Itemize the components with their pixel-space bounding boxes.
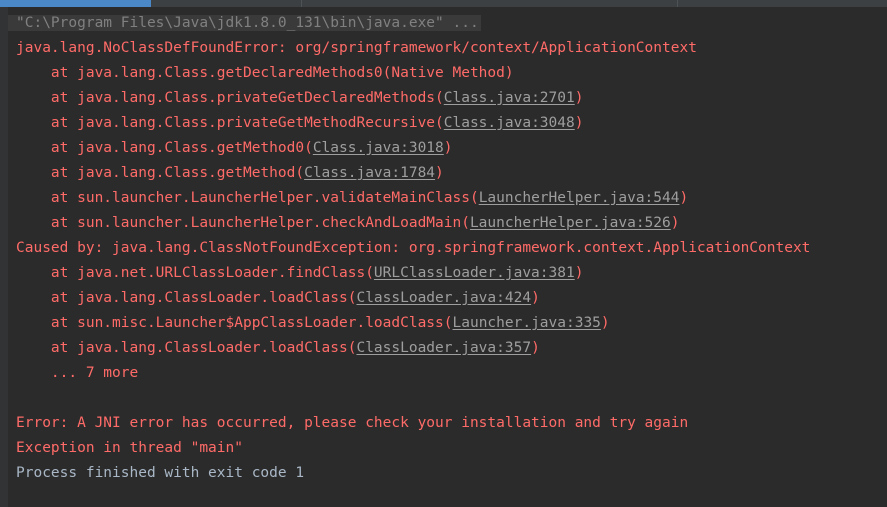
console-text: java.lang.NoClassDefFoundError: org/spri… [16, 40, 697, 56]
console-line-frame-8: at java.net.URLClassLoader.findClass(URL… [8, 261, 887, 286]
console-text: at java.lang.ClassLoader.loadClass( [16, 290, 357, 306]
console-line-command-line: "C:\Program Files\Java\jdk1.8.0_131\bin\… [8, 11, 887, 36]
source-link[interactable]: Class.java:2701 [444, 90, 575, 106]
console-text: ) [531, 290, 540, 306]
console-line-frame-11: at java.lang.ClassLoader.loadClass(Class… [8, 336, 887, 361]
console-text: ) [574, 115, 584, 131]
console-line-caused-by: Caused by: java.lang.ClassNotFoundExcept… [8, 236, 887, 261]
toolbar-segment-1[interactable] [151, 0, 302, 7]
console-line-exception-header: java.lang.NoClassDefFoundError: org/spri… [8, 36, 887, 61]
console-text: ) [574, 90, 584, 106]
console-output-panel[interactable]: "C:\Program Files\Java\jdk1.8.0_131\bin\… [0, 7, 887, 507]
console-text: ) [435, 165, 444, 181]
console-text: ... 7 more [16, 365, 139, 381]
toolbar-segment-2[interactable] [302, 0, 678, 7]
console-text: ) [531, 340, 540, 356]
console-text: Caused by: java.lang.ClassNotFoundExcept… [16, 240, 811, 256]
console-text: at java.lang.Class.privateGetDeclaredMet… [16, 90, 444, 106]
console-line-frame-5: at java.lang.Class.getMethod(Class.java:… [8, 161, 887, 186]
console-line-blank-1 [8, 386, 887, 411]
console-text: Process finished with exit code 1 [16, 465, 305, 481]
console-text: at java.net.URLClassLoader.findClass( [16, 265, 374, 281]
console-text: at sun.launcher.LauncherHelper.validateM… [16, 190, 479, 206]
console-text: ) [679, 190, 689, 206]
console-line-frame-1: at java.lang.Class.getDeclaredMethods0(N… [8, 61, 887, 86]
console-line-frame-4: at java.lang.Class.getMethod0(Class.java… [8, 136, 887, 161]
console-line-frame-2: at java.lang.Class.privateGetDeclaredMet… [8, 86, 887, 111]
progress-bar-fill [0, 0, 151, 7]
console-text: at java.lang.Class.getMethod0( [16, 140, 313, 156]
console-text: at java.lang.Class.getDeclaredMethods0(N… [16, 65, 514, 81]
console-text: ) [443, 140, 453, 156]
console-line-frame-more: ... 7 more [8, 361, 887, 386]
console-line-frame-3: at java.lang.Class.privateGetMethodRecur… [8, 111, 887, 136]
source-link[interactable]: LauncherHelper.java:544 [479, 190, 680, 206]
console-text: ) [574, 265, 584, 281]
toolbar-segment-3[interactable] [678, 0, 887, 7]
source-link[interactable]: Class.java:3018 [313, 140, 444, 156]
source-link[interactable]: URLClassLoader.java:381 [374, 265, 575, 281]
source-link[interactable]: Class.java:1784 [304, 165, 435, 181]
console-line-frame-10: at sun.misc.Launcher$AppClassLoader.load… [8, 311, 887, 336]
source-link[interactable]: ClassLoader.java:357 [356, 340, 531, 356]
source-link[interactable]: ClassLoader.java:424 [356, 290, 531, 306]
console-line-frame-9: at java.lang.ClassLoader.loadClass(Class… [8, 286, 887, 311]
console-text: at java.lang.ClassLoader.loadClass( [16, 340, 357, 356]
console-text: at java.lang.Class.privateGetMethodRecur… [16, 115, 444, 131]
console-line-highlight: "C:\Program Files\Java\jdk1.8.0_131\bin\… [8, 15, 481, 31]
console-text: Error: A JNI error has occurred, please … [16, 415, 689, 431]
toolbar-strip [0, 0, 887, 7]
source-link[interactable]: Class.java:3048 [444, 115, 575, 131]
source-link[interactable]: Launcher.java:335 [453, 315, 601, 331]
source-link[interactable]: LauncherHelper.java:526 [470, 215, 671, 231]
console-text: at java.lang.Class.getMethod( [16, 165, 305, 181]
console-line-jni-error: Error: A JNI error has occurred, please … [8, 411, 887, 436]
console-line-frame-6: at sun.launcher.LauncherHelper.validateM… [8, 186, 887, 211]
console-line-exception-main: Exception in thread "main" [8, 436, 887, 461]
console-gutter [0, 7, 8, 507]
console-line-process-finished: Process finished with exit code 1 [8, 461, 887, 486]
console-lines: "C:\Program Files\Java\jdk1.8.0_131\bin\… [8, 7, 887, 486]
console-text: at sun.misc.Launcher$AppClassLoader.load… [16, 315, 453, 331]
console-text: "C:\Program Files\Java\jdk1.8.0_131\bin\… [16, 15, 479, 31]
console-line-frame-7: at sun.launcher.LauncherHelper.checkAndL… [8, 211, 887, 236]
console-text: at sun.launcher.LauncherHelper.checkAndL… [16, 215, 470, 231]
console-text: Exception in thread "main" [16, 440, 243, 456]
console-text: ) [670, 215, 680, 231]
console-text: ) [600, 315, 610, 331]
